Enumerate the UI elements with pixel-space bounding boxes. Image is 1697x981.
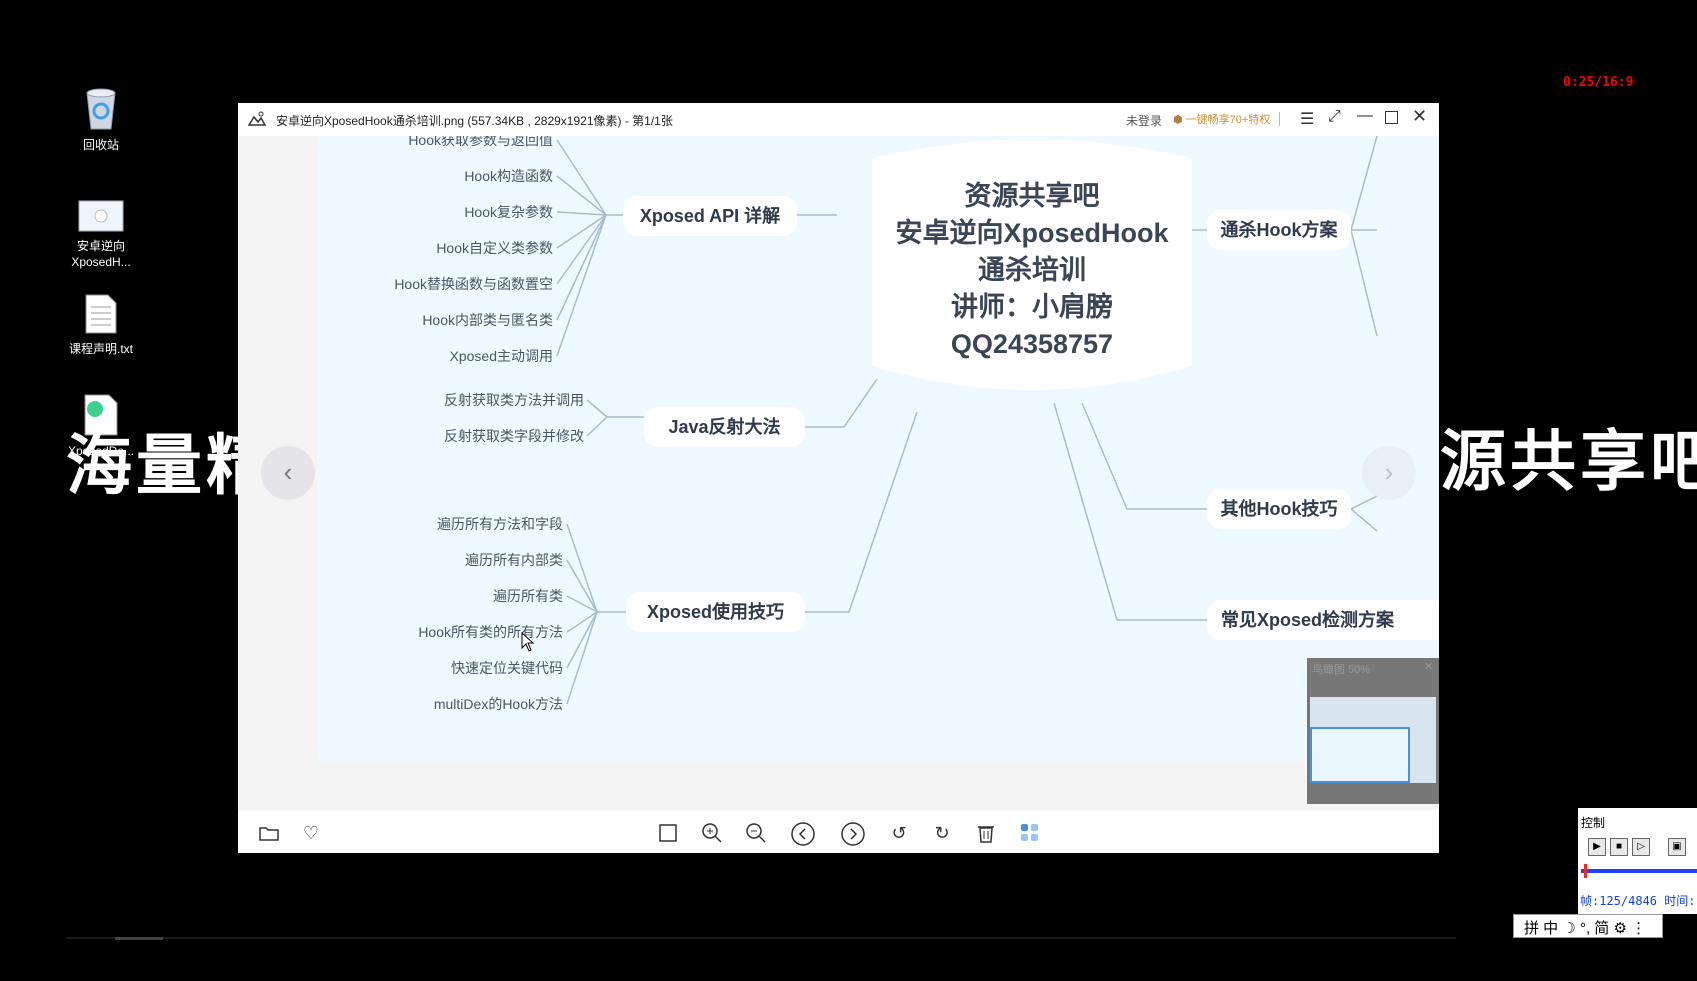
zoom-in-icon[interactable] [701, 822, 723, 844]
minimap-viewport[interactable] [1310, 727, 1410, 783]
minimize-icon[interactable]: — [1357, 107, 1373, 125]
branch-xposed-tips: Xposed使用技巧 [626, 592, 805, 632]
previous-circle-icon[interactable] [791, 822, 815, 846]
center-line-4: 讲师：小肩膀 [951, 292, 1113, 322]
overlay-text-right: 源共享吧 [1440, 423, 1697, 500]
branch-xposed-detect: 常见Xposed检测方案 [1207, 600, 1439, 640]
step-button[interactable]: ▷ [1632, 838, 1650, 856]
maximize-icon[interactable] [1385, 111, 1398, 124]
minimap-close-icon[interactable]: ✕ [1424, 660, 1433, 673]
ime-status-text: 拼 中 ☽ °, 简 ⚙ ⋮ [1524, 920, 1647, 937]
mind-map-image: 资源共享吧 安卓逆向XposedHook 通杀培训 讲师：小肩膀 QQ24358… [317, 136, 1439, 761]
fit-to-window-icon[interactable] [657, 822, 679, 844]
delete-trash-icon[interactable] [975, 822, 997, 844]
more-apps-icon[interactable] [1019, 822, 1041, 844]
hexagon-icon: ⬢ [1173, 114, 1183, 126]
taskbar-indicator [115, 937, 163, 940]
stop-button[interactable]: ■ [1610, 838, 1628, 856]
promo-label: 一键畅享70+特权 [1185, 114, 1271, 126]
center-line-5: QQ24358757 [950, 329, 1114, 359]
minimap-label: 鸟瞰图 50% [1312, 664, 1371, 676]
zoom-out-icon[interactable] [745, 822, 767, 844]
mouse-cursor-icon [521, 632, 535, 652]
progress-thumb[interactable] [1584, 864, 1587, 878]
branch-kill-hook: 通杀Hook方案 [1207, 210, 1351, 250]
center-line-3: 通杀培训 [978, 255, 1086, 285]
minimap-panel[interactable]: 鸟瞰图 50% ✕ [1307, 658, 1439, 804]
center-line-2: 安卓逆向XposedHook [895, 218, 1169, 248]
video-control-panel: 控制 ▶ ■ ▷ ▣ 帧:125/4846 时间: [1578, 808, 1697, 914]
timer-readout: 0:25/16:9 [1563, 75, 1634, 90]
ime-toolbar[interactable]: 拼 中 ☽ °, 简 ⚙ ⋮ [1513, 914, 1663, 938]
branch-xposed-api: Xposed API 详解 [623, 196, 797, 236]
favorite-heart-icon[interactable]: ♡ [300, 822, 322, 844]
image-file-desktop-icon[interactable]: 安卓逆向 XposedH... [56, 200, 146, 270]
center-topic: 资源共享吧 安卓逆向XposedHook 通杀培训 讲师：小肩膀 QQ24358… [872, 178, 1192, 363]
viewer-logo-icon [248, 111, 266, 126]
center-line-1: 资源共享吧 [964, 181, 1100, 211]
leaf-tips-6: multiDex的Hook方法 [433, 696, 563, 712]
promo-badge[interactable]: ⬢ 一键畅享70+特权 [1173, 111, 1270, 127]
rotate-right-icon[interactable]: ↻ [931, 822, 953, 844]
bottom-toolbar: ♡ ↺ ↻ [238, 810, 1439, 853]
fullscreen-icon[interactable]: ⤢ [1328, 108, 1341, 126]
taskbar-divider [66, 937, 1456, 939]
rotate-left-icon[interactable]: ↺ [888, 822, 910, 844]
leaf-tips-3: 遍历所有类 [493, 588, 563, 604]
leaf-api-1: Hook获取参数与返回值 [408, 136, 553, 148]
menu-icon[interactable]: ☰ [1300, 109, 1314, 129]
login-link[interactable]: 未登录 [1126, 112, 1162, 129]
next-image-button[interactable]: › [1362, 446, 1416, 500]
control-title: 控制 [1581, 816, 1606, 830]
leaf-tips-4: Hook所有类的所有方法 [418, 624, 563, 640]
leaf-tips-5: 快速定位关键代码 [451, 660, 563, 676]
recycle-bin-desktop-icon[interactable]: 回收站 [56, 85, 146, 153]
txt-file-label: 课程声明.txt [68, 342, 133, 356]
separator [1279, 112, 1280, 126]
title-bar: 安卓逆向XposedHook通杀培训.png (557.34KB , 2829x… [238, 103, 1439, 136]
image-file-label: 安卓逆向 XposedH... [71, 239, 131, 269]
branch-other-hook: 其他Hook技巧 [1207, 489, 1351, 529]
leaf-api-5: Hook替换函数与函数置空 [394, 276, 553, 292]
next-circle-icon[interactable] [841, 822, 865, 846]
leaf-api-7: Xposed主动调用 [449, 348, 553, 364]
leaf-api-6: Hook内部类与匿名类 [422, 312, 553, 328]
leaf-reflect-1: 反射获取类方法并调用 [444, 392, 584, 408]
open-folder-icon[interactable] [258, 822, 280, 844]
image-viewer-window: 安卓逆向XposedHook通杀培训.png (557.34KB , 2829x… [238, 103, 1439, 853]
image-canvas[interactable]: 资源共享吧 安卓逆向XposedHook 通杀培训 讲师：小肩膀 QQ24358… [238, 136, 1439, 810]
leaf-tips-2: 遍历所有内部类 [465, 552, 563, 568]
previous-image-button[interactable]: ‹ [261, 446, 315, 500]
recycle-bin-icon [86, 88, 116, 130]
txt-file-desktop-icon[interactable]: 课程声明.txt [56, 293, 146, 357]
leaf-api-2: Hook构造函数 [464, 168, 553, 184]
leaf-api-4: Hook自定义类参数 [436, 240, 553, 256]
leaf-tips-1: 遍历所有方法和字段 [437, 516, 563, 532]
recycle-bin-label: 回收站 [82, 138, 119, 152]
image-thumbnail-icon [78, 200, 124, 232]
branch-java-reflect: Java反射大法 [644, 407, 805, 447]
leaf-reflect-2: 反射获取类字段并修改 [444, 428, 584, 444]
leaf-api-3: Hook复杂参数 [464, 204, 553, 220]
screen-button[interactable]: ▣ [1668, 838, 1686, 856]
close-icon[interactable]: ✕ [1412, 106, 1427, 127]
play-button[interactable]: ▶ [1588, 838, 1606, 856]
window-title: 安卓逆向XposedHook通杀培训.png (557.34KB , 2829x… [276, 114, 673, 128]
frame-status: 帧:125/4846 时间: [1580, 894, 1696, 908]
progress-track[interactable] [1581, 869, 1697, 873]
text-document-icon [85, 294, 117, 334]
